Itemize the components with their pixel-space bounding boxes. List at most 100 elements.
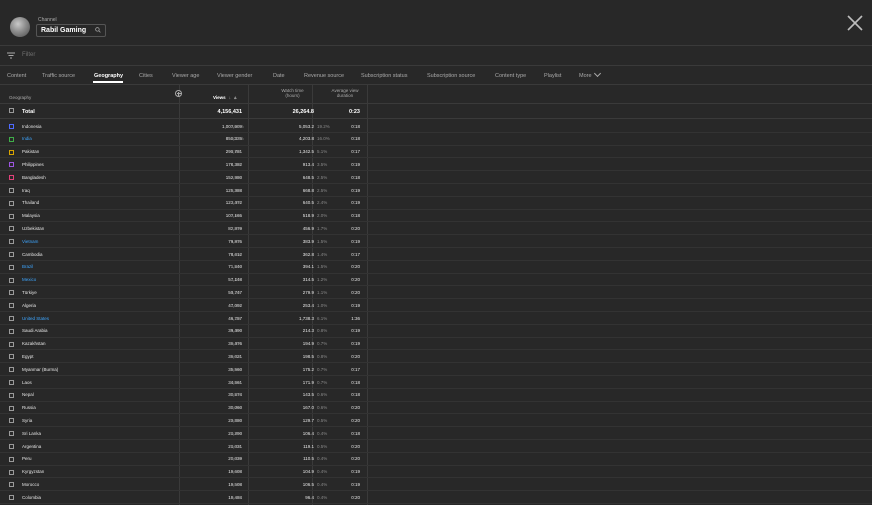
table-row[interactable]: Algeria 47,092 1.1% 253.4 1.0% 0:19 <box>0 299 872 312</box>
row-checkbox[interactable] <box>9 431 14 437</box>
tab-geography[interactable]: Geography <box>94 72 123 80</box>
table-row[interactable]: Kyrgyzstan 19,608 0.5% 104.9 0.4% 0:19 <box>0 466 872 479</box>
table-row[interactable]: Thailand 123,472 3.0% 640.5 2.4% 0:19 <box>0 197 872 210</box>
country-name[interactable]: United States <box>22 316 49 322</box>
row-checkbox[interactable] <box>9 303 14 309</box>
table-row[interactable]: Egypt 36,021 0.9% 198.5 0.8% 0:20 <box>0 350 872 364</box>
tab-subscription-source[interactable]: Subscription source <box>427 72 475 80</box>
table-row[interactable]: Uzbekistan 82,879 2.0% 456.9 1.7% 0:20 <box>0 222 872 236</box>
row-checkbox[interactable] <box>9 252 14 257</box>
row-checkbox[interactable] <box>9 405 14 411</box>
table-row[interactable]: Türkiye 50,747 1.2% 279.9 1.1% 0:20 <box>0 286 872 300</box>
add-column-icon[interactable] <box>175 90 182 97</box>
table-row[interactable]: Kazakhstan 36,476 0.9% 194.9 0.7% 0:19 <box>0 338 872 351</box>
col-header-watch-time[interactable]: Watch time (hours) <box>280 88 305 98</box>
row-checkbox[interactable] <box>9 367 14 373</box>
close-icon[interactable] <box>846 14 864 32</box>
select-all-checkbox[interactable] <box>9 108 14 113</box>
table-row[interactable]: Brazil 71,540 1.7% 394.1 1.5% 0:20 <box>0 261 872 274</box>
row-checkbox[interactable] <box>9 316 14 321</box>
tab-traffic-source[interactable]: Traffic source <box>42 72 75 80</box>
watch-time-percent: 0.4% <box>317 430 328 436</box>
tab-viewer-gender[interactable]: Viewer gender <box>217 72 252 80</box>
row-checkbox[interactable] <box>9 239 14 245</box>
table-row[interactable]: Syria 23,880 0.6% 129.7 0.5% 0:20 <box>0 414 872 428</box>
tab-content-type[interactable]: Content type <box>495 72 526 80</box>
watch-time-percent: 0.4% <box>317 456 328 462</box>
col-header-avg-view-duration[interactable]: Average view duration <box>329 88 361 98</box>
table-row[interactable]: Argentina 21,031 0.5% 119.1 0.5% 0:20 <box>0 440 872 453</box>
table-row[interactable]: Russia 30,060 0.7% 167.0 0.6% 0:20 <box>0 402 872 415</box>
table-row[interactable]: Cambodia 78,612 1.8% 362.8 1.4% 0:17 <box>0 248 872 261</box>
filter-input[interactable]: Filter <box>22 50 35 60</box>
tab-viewer-age[interactable]: Viewer age <box>172 72 199 80</box>
col-header-geography[interactable]: Geography <box>9 95 31 100</box>
tab-revenue-source[interactable]: Revenue source <box>304 72 344 80</box>
views-percent: 1.4% <box>231 277 242 283</box>
row-checkbox[interactable] <box>9 482 14 488</box>
table-row[interactable]: Peru 20,039 0.5% 110.5 0.4% 0:20 <box>0 453 872 466</box>
watch-time-percent: 0.7% <box>317 379 328 385</box>
row-checkbox[interactable] <box>9 277 14 283</box>
country-name[interactable]: Mexico <box>22 277 36 283</box>
row-checkbox[interactable] <box>9 444 14 449</box>
table-row[interactable]: Nepal 30,574 0.7% 143.5 0.6% 0:18 <box>0 389 872 402</box>
row-checkbox[interactable] <box>9 149 14 155</box>
row-checkbox[interactable] <box>9 188 14 193</box>
table-row[interactable]: Malaysia 107,165 2.6% 518.9 2.0% 0:18 <box>0 210 872 223</box>
col-header-views[interactable]: Views ↓ ⩓ <box>213 95 236 100</box>
row-checkbox[interactable] <box>9 226 14 232</box>
table-row[interactable]: Pakistan 290,781 7.0% 1,342.5 5.1% 0:17 <box>0 146 872 159</box>
table-row[interactable]: Philippines 176,382 4.2% 913.4 3.5% 0:19 <box>0 158 872 172</box>
country-name[interactable]: India <box>22 136 32 142</box>
table-row[interactable]: United States 46,757 1.1% 1,738.3 6.1% 1:36 <box>0 312 872 325</box>
row-checkbox[interactable] <box>9 264 14 270</box>
tab-more[interactable]: More <box>579 69 601 80</box>
tab-cities[interactable]: Cities <box>139 72 153 80</box>
avatar[interactable] <box>10 17 30 37</box>
country-name[interactable]: Vietnam <box>22 239 38 245</box>
watch-time-value: 5,053.2 <box>298 123 314 129</box>
tab-subscription-status[interactable]: Subscription status <box>361 72 407 80</box>
row-checkbox[interactable] <box>9 469 14 475</box>
channel-selector[interactable]: Rabil Gaming <box>36 24 106 37</box>
row-checkbox[interactable] <box>9 328 14 334</box>
row-checkbox[interactable] <box>9 392 14 398</box>
row-checkbox[interactable] <box>9 213 14 219</box>
table-row[interactable]: Bangladesh 152,980 3.2% 648.5 2.5% 0:18 <box>0 171 872 184</box>
row-checkbox[interactable] <box>9 175 14 181</box>
table-row[interactable]: Indonesia 1,007,909 24.3% 5,053.2 19.2% 0:18 <box>0 120 872 133</box>
row-checkbox[interactable] <box>9 200 14 206</box>
table-row[interactable]: India 850,335 20.5% 4,203.8 16.0% 0:18 <box>0 133 872 146</box>
total-watch-time: 26,264.8 <box>292 109 314 115</box>
row-checkbox[interactable] <box>9 290 14 296</box>
views-percent: 3.0% <box>231 200 242 206</box>
row-checkbox[interactable] <box>9 162 14 168</box>
table-row[interactable]: Iraq 125,388 3.0% 668.8 2.5% 0:19 <box>0 184 872 197</box>
row-checkbox[interactable] <box>9 124 14 129</box>
table-row[interactable]: Mexico 57,148 1.4% 314.5 1.2% 0:20 <box>0 274 872 287</box>
row-checkbox[interactable] <box>9 341 14 347</box>
watch-time-percent: 0.7% <box>317 341 328 347</box>
row-checkbox[interactable] <box>9 418 14 424</box>
table-row[interactable]: Morocco 19,508 0.5% 106.5 0.4% 0:19 <box>0 478 872 492</box>
table-row[interactable]: Saudi Arabia 39,490 1.0% 214.3 0.8% 0:19 <box>0 325 872 338</box>
table-row[interactable]: Laos 34,561 0.8% 171.9 0.7% 0:18 <box>0 376 872 389</box>
tab-date[interactable]: Date <box>273 72 285 80</box>
row-checkbox[interactable] <box>9 354 14 360</box>
watch-time-percent: 5.1% <box>317 149 328 155</box>
watch-time-value: 175.2 <box>302 366 314 372</box>
views-percent: 0.5% <box>231 456 242 462</box>
row-checkbox[interactable] <box>9 456 14 462</box>
search-icon[interactable] <box>95 27 101 33</box>
table-row[interactable]: Sri Lanka 21,290 0.5% 106.4 0.4% 0:18 <box>0 427 872 440</box>
tab-content[interactable]: Content <box>7 72 26 80</box>
views-percent: 0.7% <box>231 405 242 411</box>
country-name[interactable]: Brazil <box>22 264 33 270</box>
tab-playlist[interactable]: Playlist <box>544 72 561 80</box>
table-row[interactable]: Myanmar (Burma) 35,560 0.9% 175.2 0.7% 0:17 <box>0 363 872 376</box>
row-checkbox[interactable] <box>9 136 14 142</box>
table-row[interactable]: Vietnam 79,875 1.9% 383.9 1.5% 0:19 <box>0 235 872 248</box>
filter-icon[interactable] <box>7 52 15 59</box>
row-checkbox[interactable] <box>9 380 14 385</box>
